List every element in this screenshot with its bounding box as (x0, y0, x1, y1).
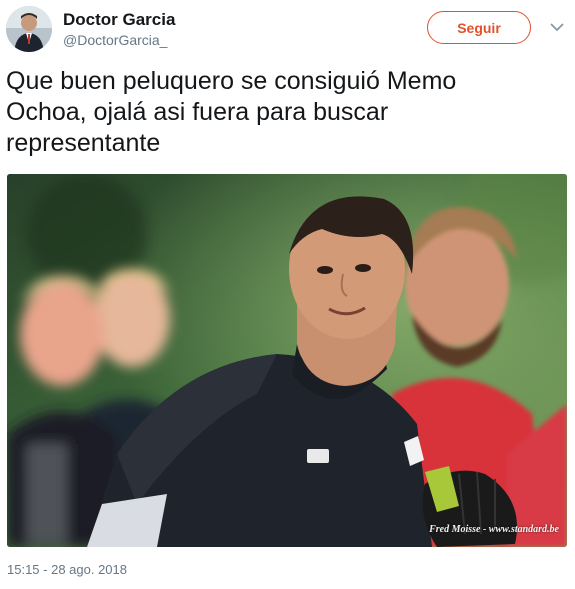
tweet-card: Doctor Garcia @DoctorGarcia_ Seguir Que … (0, 0, 575, 589)
photo-watermark: Fred Moisse - www.standard.be (429, 524, 559, 535)
tweet-text: Que buen peluquero se consiguió Memo Och… (6, 67, 457, 157)
chevron-down-icon[interactable] (548, 20, 566, 34)
tweet-timestamp[interactable]: 15:15 - 28 ago. 2018 (7, 562, 127, 577)
follow-button[interactable]: Seguir (427, 11, 531, 44)
tweet-photo[interactable]: Fred Moisse - www.standard.be (7, 174, 567, 547)
author-handle[interactable]: @DoctorGarcia_ (63, 32, 167, 48)
author-name[interactable]: Doctor Garcia (63, 10, 175, 30)
avatar[interactable] (6, 6, 52, 52)
